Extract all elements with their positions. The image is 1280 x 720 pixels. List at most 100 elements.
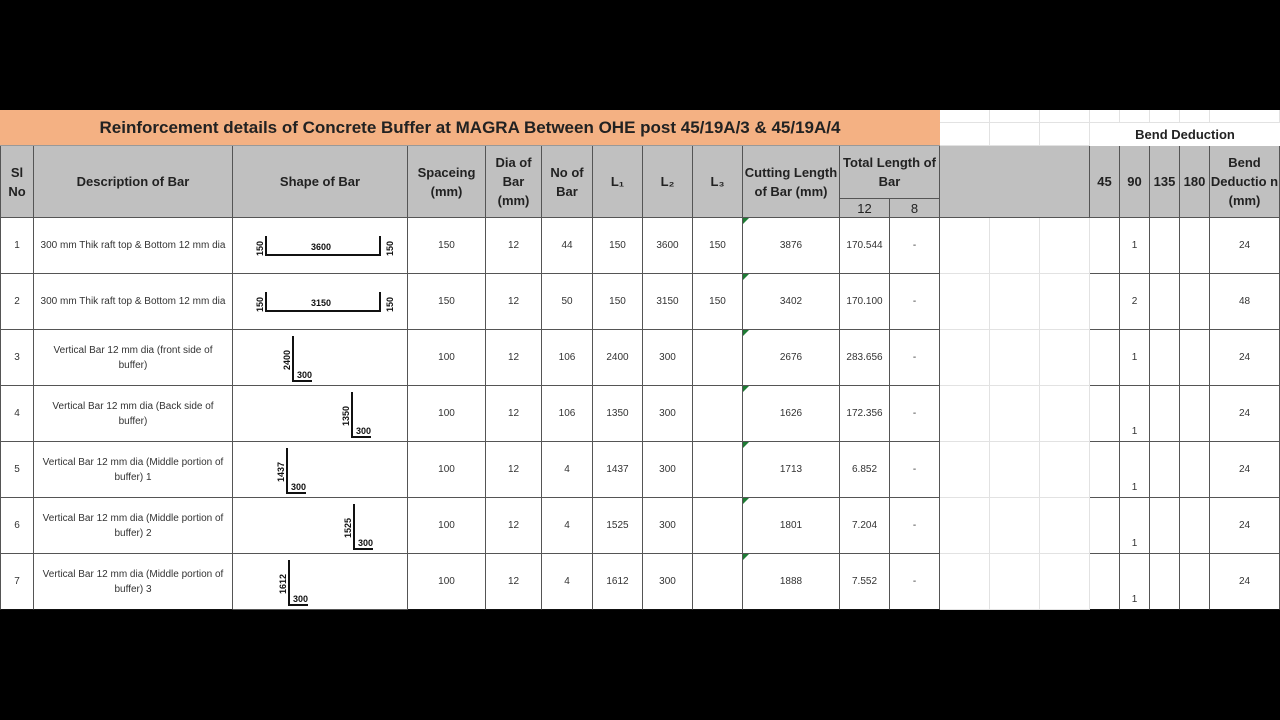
cell-b45[interactable] — [1090, 498, 1120, 554]
header-l1[interactable]: L₁ — [593, 146, 643, 218]
header-b90[interactable]: 90 — [1120, 146, 1150, 218]
cell-t8[interactable]: - — [890, 386, 940, 442]
cell-spacing[interactable]: 100 — [408, 554, 486, 610]
empty-cell[interactable] — [1090, 110, 1120, 123]
cell-b180[interactable] — [1180, 330, 1210, 386]
cell-bd[interactable]: 24 — [1210, 330, 1280, 386]
empty-cell[interactable] — [990, 274, 1040, 330]
cell-b45[interactable] — [1090, 218, 1120, 274]
cell-dia[interactable]: 12 — [486, 330, 542, 386]
cell-t12[interactable]: 7.204 — [840, 498, 890, 554]
cell-t12[interactable]: 283.656 — [840, 330, 890, 386]
cell-sl[interactable]: 6 — [0, 498, 34, 554]
bar-shape-cell[interactable]: 1525 300 — [233, 498, 408, 554]
header-shape[interactable]: Shape of Bar — [233, 146, 408, 218]
cell-t12[interactable]: 170.544 — [840, 218, 890, 274]
cell-l3[interactable]: 150 — [693, 218, 743, 274]
cell-spacing[interactable]: 150 — [408, 274, 486, 330]
cell-dia[interactable]: 12 — [486, 554, 542, 610]
cell-cut[interactable]: 1888 — [743, 554, 840, 610]
bend-deduction-title[interactable]: Bend Deduction — [1090, 123, 1280, 146]
cell-l1[interactable]: 150 — [593, 274, 643, 330]
cell-sl[interactable]: 3 — [0, 330, 34, 386]
empty-cell[interactable] — [1040, 330, 1090, 386]
empty-cell[interactable] — [940, 442, 990, 498]
cell-desc[interactable]: Vertical Bar 12 mm dia (Middle portion o… — [34, 442, 233, 498]
cell-l1[interactable]: 1350 — [593, 386, 643, 442]
cell-no[interactable]: 106 — [542, 330, 593, 386]
cell-b180[interactable] — [1180, 386, 1210, 442]
cell-t8[interactable]: - — [890, 442, 940, 498]
header-total-8[interactable]: 8 — [890, 199, 940, 218]
cell-b90[interactable]: 1 — [1120, 386, 1150, 442]
empty-cell[interactable] — [990, 123, 1040, 146]
cell-b180[interactable] — [1180, 498, 1210, 554]
empty-cell[interactable] — [940, 498, 990, 554]
header-l3[interactable]: L₃ — [693, 146, 743, 218]
header-l2[interactable]: L₂ — [643, 146, 693, 218]
empty-cell[interactable] — [1150, 110, 1180, 123]
cell-spacing[interactable]: 100 — [408, 498, 486, 554]
empty-cell[interactable] — [990, 386, 1040, 442]
cell-t12[interactable]: 172.356 — [840, 386, 890, 442]
cell-no[interactable]: 44 — [542, 218, 593, 274]
cell-no[interactable]: 4 — [542, 498, 593, 554]
cell-b90[interactable]: 2 — [1120, 274, 1150, 330]
cell-b90[interactable]: 1 — [1120, 330, 1150, 386]
cell-b180[interactable] — [1180, 218, 1210, 274]
cell-l3[interactable] — [693, 442, 743, 498]
empty-cell[interactable] — [940, 110, 990, 123]
cell-t8[interactable]: - — [890, 218, 940, 274]
cell-bd[interactable]: 24 — [1210, 218, 1280, 274]
cell-l3[interactable] — [693, 554, 743, 610]
cell-desc[interactable]: 300 mm Thik raft top & Bottom 12 mm dia — [34, 218, 233, 274]
cell-dia[interactable]: 12 — [486, 274, 542, 330]
header-bd[interactable]: Bend Deductio n (mm) — [1210, 146, 1280, 218]
cell-dia[interactable]: 12 — [486, 218, 542, 274]
cell-no[interactable]: 4 — [542, 554, 593, 610]
empty-cell[interactable] — [940, 330, 990, 386]
cell-cut[interactable]: 1801 — [743, 498, 840, 554]
cell-spacing[interactable]: 100 — [408, 442, 486, 498]
cell-sl[interactable]: 7 — [0, 554, 34, 610]
cell-b180[interactable] — [1180, 274, 1210, 330]
cell-desc[interactable]: 300 mm Thik raft top & Bottom 12 mm dia — [34, 274, 233, 330]
cell-l3[interactable] — [693, 386, 743, 442]
cell-b45[interactable] — [1090, 442, 1120, 498]
cell-l2[interactable]: 300 — [643, 330, 693, 386]
cell-b90[interactable]: 1 — [1120, 498, 1150, 554]
header-no[interactable]: No of Bar — [542, 146, 593, 218]
header-b135[interactable]: 135 — [1150, 146, 1180, 218]
cell-dia[interactable]: 12 — [486, 498, 542, 554]
header-b180[interactable]: 180 — [1180, 146, 1210, 218]
cell-b135[interactable] — [1150, 218, 1180, 274]
cell-bd[interactable]: 24 — [1210, 442, 1280, 498]
cell-b135[interactable] — [1150, 498, 1180, 554]
bar-shape-cell[interactable]: 1612 300 — [233, 554, 408, 610]
cell-l3[interactable] — [693, 330, 743, 386]
empty-cell[interactable] — [1040, 274, 1090, 330]
cell-t12[interactable]: 7.552 — [840, 554, 890, 610]
header-total-length[interactable]: Total Length of Bar — [840, 146, 940, 199]
cell-b135[interactable] — [1150, 330, 1180, 386]
cell-b135[interactable] — [1150, 554, 1180, 610]
cell-l1[interactable]: 1612 — [593, 554, 643, 610]
cell-b90[interactable]: 1 — [1120, 218, 1150, 274]
cell-b135[interactable] — [1150, 442, 1180, 498]
cell-t8[interactable]: - — [890, 330, 940, 386]
cell-l2[interactable]: 3150 — [643, 274, 693, 330]
cell-cut[interactable]: 1713 — [743, 442, 840, 498]
cell-sl[interactable]: 2 — [0, 274, 34, 330]
header-total-12[interactable]: 12 — [840, 199, 890, 218]
cell-l3[interactable]: 150 — [693, 274, 743, 330]
header-desc[interactable]: Description of Bar — [34, 146, 233, 218]
cell-desc[interactable]: Vertical Bar 12 mm dia (front side of bu… — [34, 330, 233, 386]
empty-cell[interactable] — [990, 218, 1040, 274]
cell-l2[interactable]: 300 — [643, 554, 693, 610]
cell-bd[interactable]: 24 — [1210, 386, 1280, 442]
empty-cell[interactable] — [1120, 110, 1150, 123]
empty-cell[interactable] — [940, 123, 990, 146]
cell-bd[interactable]: 24 — [1210, 498, 1280, 554]
cell-no[interactable]: 50 — [542, 274, 593, 330]
cell-l2[interactable]: 3600 — [643, 218, 693, 274]
